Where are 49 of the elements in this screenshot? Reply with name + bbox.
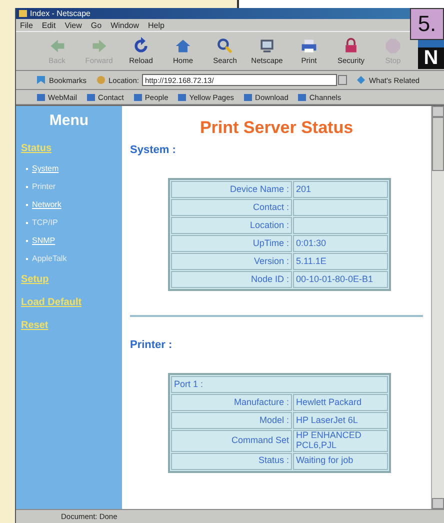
table-cell: Device Name : — [171, 181, 292, 198]
page-icon — [86, 92, 96, 102]
table-cell: HP ENHANCED PCL6,PJL — [293, 430, 388, 452]
menu-item[interactable]: Go — [90, 20, 102, 30]
page-icon — [36, 92, 46, 102]
sidebar-title: Menu — [48, 112, 90, 129]
table-cell: 00-10-01-80-0E-B1 — [293, 271, 388, 288]
page-title: Print Server Status — [198, 118, 354, 138]
bookmark-icon — [36, 75, 46, 85]
menu-item[interactable]: View — [64, 20, 82, 30]
printer-icon — [300, 37, 318, 55]
table-cell: 201 — [293, 181, 388, 198]
table-cell: Command Set — [171, 430, 292, 452]
menu-item[interactable]: File — [20, 20, 33, 30]
table-cell: 0:01:30 — [293, 235, 388, 252]
table-cell: UpTime : — [171, 235, 292, 252]
section-heading: Printer : — [130, 339, 174, 351]
related-icon — [356, 75, 366, 85]
table-cell: Manufacture : — [171, 394, 292, 411]
reload-icon — [132, 37, 150, 55]
table-cell: Node ID : — [171, 271, 292, 288]
table-cell: Hewlett Packard — [293, 394, 388, 411]
table-cell: HP LaserJet 6L — [293, 412, 388, 429]
app-icon — [19, 10, 27, 17]
table-cell: Waiting for job — [293, 452, 388, 470]
location-icon — [96, 75, 106, 85]
menu-item[interactable]: Edit — [42, 20, 56, 30]
menu-item[interactable]: Window — [110, 20, 140, 30]
arrow-left-icon — [48, 37, 66, 55]
monitor-icon — [258, 37, 276, 55]
section-heading: System : — [130, 144, 177, 156]
table-cell: Version : — [171, 253, 292, 270]
table-cell: Port 1 : — [171, 376, 388, 393]
table-cell: Model : — [171, 412, 292, 429]
window-title: Index - Netscape — [30, 9, 90, 18]
page-icon — [177, 92, 188, 102]
table-cell: Location : — [171, 217, 292, 234]
page-icon — [243, 92, 254, 102]
scrollbar[interactable] — [431, 106, 444, 509]
page-icon — [132, 92, 143, 102]
search-icon — [216, 37, 234, 55]
arrow-right-icon — [90, 37, 108, 55]
table-cell: Contact : — [171, 199, 292, 216]
table-cell: 5.11.1E — [293, 253, 388, 270]
step-number: 5. — [410, 8, 444, 40]
menu-item[interactable]: Help — [148, 20, 164, 30]
table-cell: Status : — [171, 452, 292, 470]
page-icon — [297, 92, 308, 102]
home-icon — [174, 37, 192, 55]
